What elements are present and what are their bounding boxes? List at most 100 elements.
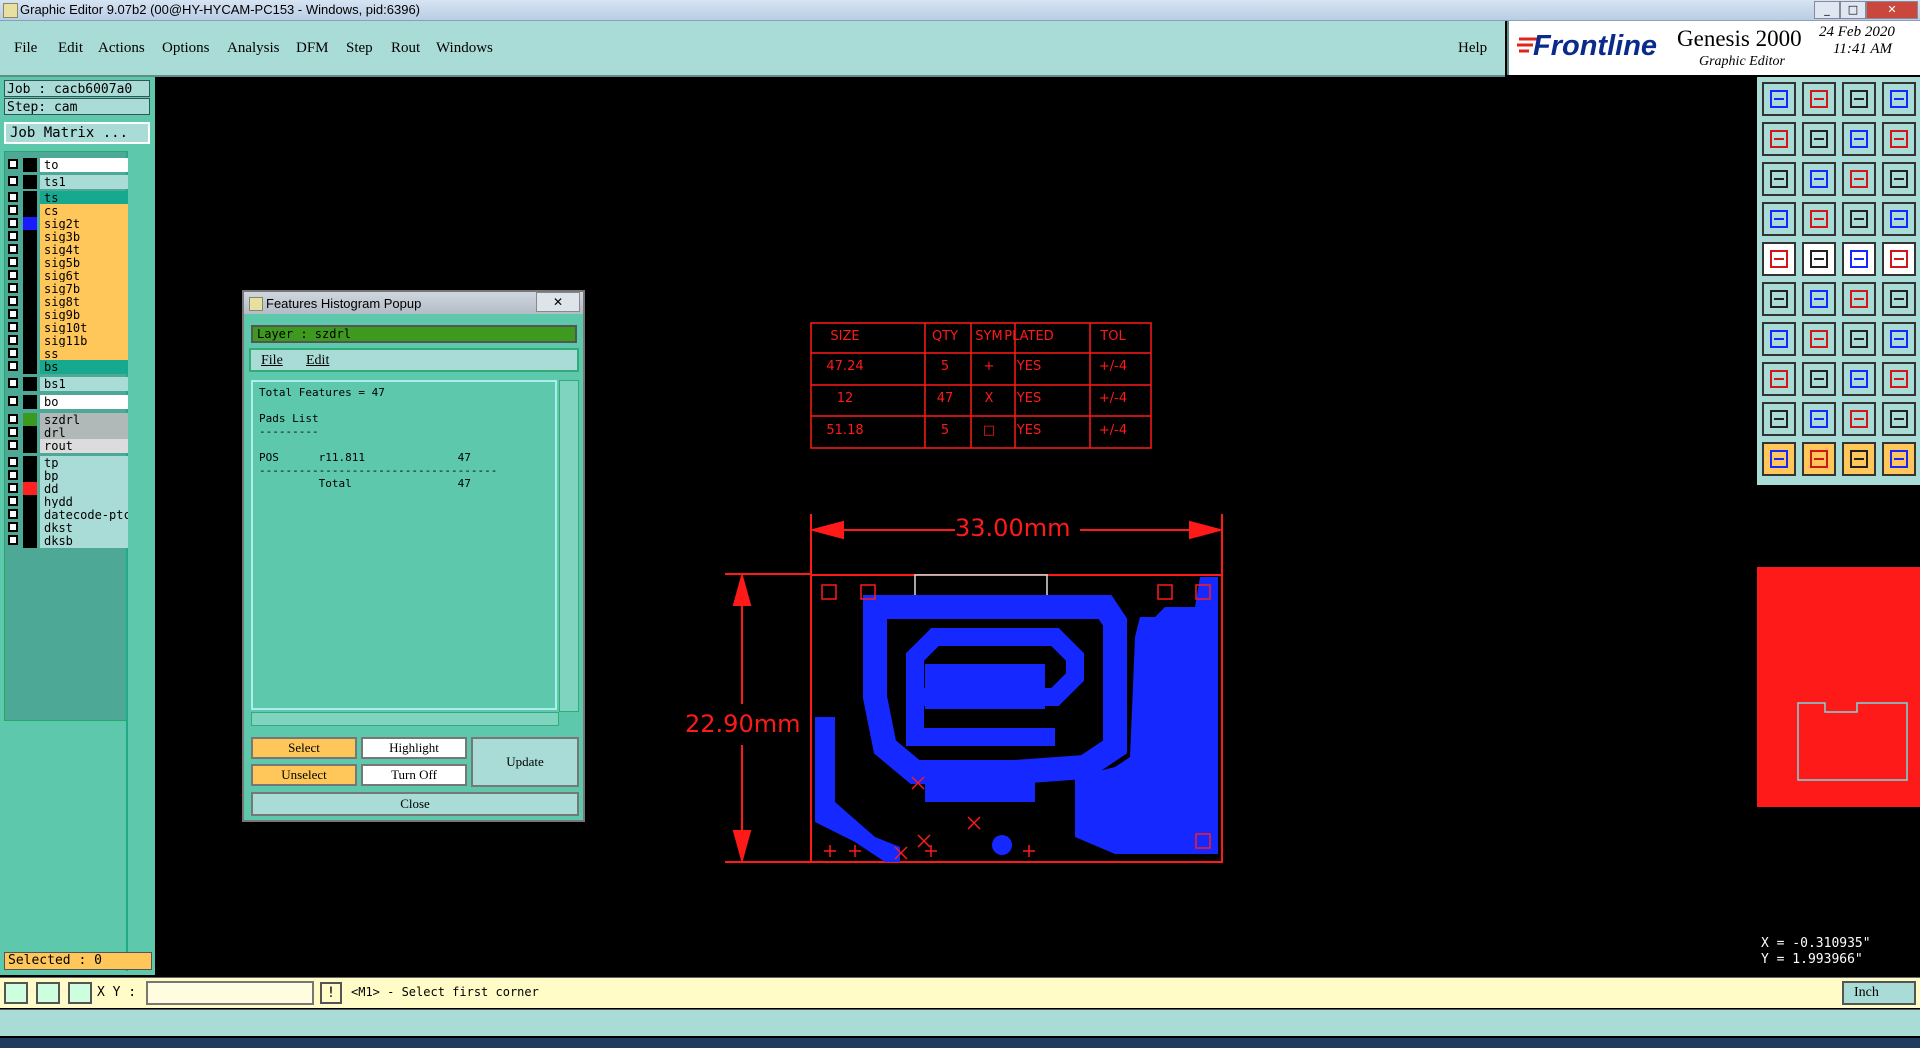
layer-checkbox[interactable] xyxy=(8,231,18,241)
layer-row-cs[interactable]: cs xyxy=(6,204,128,218)
layer-checkbox[interactable] xyxy=(8,322,18,332)
text-b-icon[interactable] xyxy=(1882,402,1916,436)
unselect-button[interactable]: Unselect xyxy=(251,764,357,786)
menu-edit[interactable]: Edit xyxy=(58,40,83,57)
layer-color-swatch[interactable] xyxy=(23,158,37,172)
popup-menu-edit[interactable]: Edit xyxy=(306,353,329,369)
layer-checkbox[interactable] xyxy=(8,414,18,424)
scale-icon[interactable] xyxy=(1842,162,1876,196)
layer-color-swatch[interactable] xyxy=(23,282,37,296)
layer-color-swatch[interactable] xyxy=(23,439,37,453)
layer-swap-icon[interactable] xyxy=(1882,202,1916,236)
update-button[interactable]: Update xyxy=(471,737,579,787)
layer-checkbox[interactable] xyxy=(8,483,18,493)
layer-row-bo[interactable]: bo xyxy=(6,395,128,409)
layer-name[interactable]: sig7b xyxy=(40,282,128,296)
snap-icon[interactable] xyxy=(1762,362,1796,396)
overview-panel[interactable] xyxy=(1757,487,1920,931)
select-button[interactable]: Select xyxy=(251,737,357,759)
layer-checkbox[interactable] xyxy=(8,335,18,345)
layer-row-sig7b[interactable]: sig7b xyxy=(6,282,128,296)
layer-checkbox[interactable] xyxy=(8,270,18,280)
layer-color-swatch[interactable] xyxy=(23,308,37,322)
layer-checkbox[interactable] xyxy=(8,192,18,202)
layer-name[interactable]: sig11b xyxy=(40,334,128,348)
layer-row-bs[interactable]: bs xyxy=(6,360,128,374)
menu-step[interactable]: Step xyxy=(346,40,373,57)
layer-name[interactable]: ss xyxy=(40,347,128,361)
pointer3-icon[interactable] xyxy=(1842,442,1876,476)
layer-color-swatch[interactable] xyxy=(23,321,37,335)
layer-checkbox[interactable] xyxy=(8,296,18,306)
home-icon[interactable] xyxy=(1842,82,1876,116)
layer-checkbox[interactable] xyxy=(8,535,18,545)
layer-row-sig6t[interactable]: sig6t xyxy=(6,269,128,283)
layer-color-swatch[interactable] xyxy=(23,360,37,374)
layer-color-swatch[interactable] xyxy=(23,377,37,391)
layer-icon[interactable] xyxy=(1842,202,1876,236)
layer-name[interactable]: to xyxy=(40,158,128,172)
angle-icon[interactable] xyxy=(36,982,60,1004)
group-icon[interactable] xyxy=(1882,362,1916,396)
layer-row-tp[interactable]: tp xyxy=(6,456,128,470)
snap-icon[interactable] xyxy=(4,982,28,1004)
layer-color-swatch[interactable] xyxy=(23,230,37,244)
layer-color-swatch[interactable] xyxy=(23,256,37,270)
layer-name[interactable]: bs1 xyxy=(40,377,128,391)
layer-checkbox[interactable] xyxy=(8,348,18,358)
redo-icon[interactable] xyxy=(1882,122,1916,156)
pointer-icon[interactable] xyxy=(1762,442,1796,476)
grid-view-icon[interactable] xyxy=(1802,202,1836,236)
layer-checkbox[interactable] xyxy=(8,440,18,450)
layer-name[interactable]: sig8t xyxy=(40,295,128,309)
layer-checkbox[interactable] xyxy=(8,396,18,406)
measure-icon[interactable] xyxy=(1762,202,1796,236)
layer-row-sig3b[interactable]: sig3b xyxy=(6,230,128,244)
menu-file[interactable]: File xyxy=(14,40,37,57)
minus-icon[interactable] xyxy=(1802,362,1836,396)
layer-name[interactable]: bo xyxy=(40,395,128,409)
layer-name[interactable]: sig10t xyxy=(40,321,128,335)
layer-color-swatch[interactable] xyxy=(23,413,37,427)
layer-checkbox[interactable] xyxy=(8,205,18,215)
split-icon[interactable] xyxy=(1842,362,1876,396)
close-window-button[interactable]: ✕ xyxy=(1866,1,1918,19)
camera-icon[interactable] xyxy=(1762,242,1796,276)
layer-scroll-area[interactable] xyxy=(126,151,156,971)
layer-name[interactable]: ts1 xyxy=(40,175,128,189)
histogram-scrollbar[interactable] xyxy=(559,380,579,712)
layer-name[interactable]: dksb xyxy=(40,534,128,548)
ruler-icon[interactable] xyxy=(1842,242,1876,276)
route-icon[interactable] xyxy=(1882,442,1916,476)
help-icon[interactable] xyxy=(1882,162,1916,196)
layer-row-sig11b[interactable]: sig11b xyxy=(6,334,128,348)
layer-name[interactable]: ts xyxy=(40,191,128,205)
layer-name[interactable]: sig5b xyxy=(40,256,128,270)
layer-checkbox[interactable] xyxy=(8,470,18,480)
line-icon[interactable] xyxy=(1802,242,1836,276)
layer-name[interactable]: sig4t xyxy=(40,243,128,257)
layer-name[interactable]: datecode-ptc xyxy=(40,508,128,522)
layer-name[interactable]: hydd xyxy=(40,495,128,509)
layer-name[interactable]: tp xyxy=(40,456,128,470)
grid-icon[interactable] xyxy=(68,982,92,1004)
layer-name[interactable]: sig2t xyxy=(40,217,128,231)
layer-name[interactable]: dd xyxy=(40,482,128,496)
layer-row-sig8t[interactable]: sig8t xyxy=(6,295,128,309)
layer-row-szdrl[interactable]: szdrl xyxy=(6,413,128,427)
paste-icon[interactable] xyxy=(1762,82,1796,116)
layer-checkbox[interactable] xyxy=(8,244,18,254)
menu-help[interactable]: Help xyxy=(1458,40,1487,57)
layer-color-swatch[interactable] xyxy=(23,534,37,548)
pointer2-icon[interactable] xyxy=(1802,442,1836,476)
menu-actions[interactable]: Actions xyxy=(98,40,145,57)
triangle-icon[interactable] xyxy=(1762,402,1796,436)
xy-input[interactable] xyxy=(146,981,314,1005)
layer-row-datecode-ptc[interactable]: datecode-ptc xyxy=(6,508,128,522)
layer-row-ts[interactable]: ts xyxy=(6,191,128,205)
slash-icon[interactable] xyxy=(1802,322,1836,356)
layer-color-swatch[interactable] xyxy=(23,269,37,283)
layer-color-swatch[interactable] xyxy=(23,395,37,409)
layer-row-to[interactable]: to xyxy=(6,158,128,172)
fit-icon[interactable] xyxy=(1762,162,1796,196)
